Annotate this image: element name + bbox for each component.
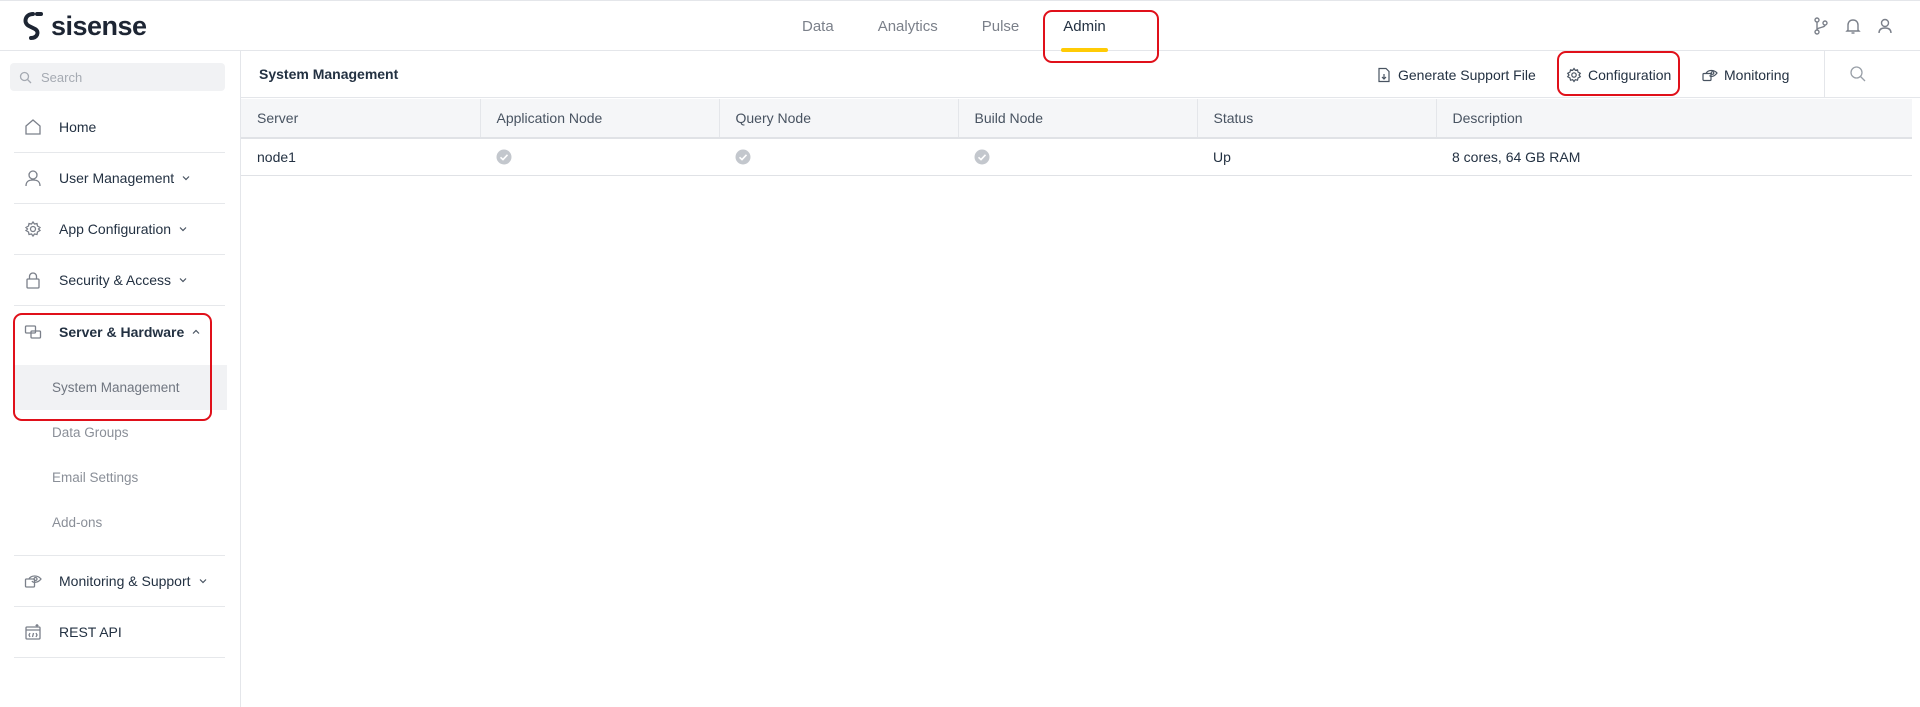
sidebar-item-user-management[interactable]: User Management (14, 153, 225, 204)
sidebar-item-app-configuration[interactable]: App Configuration (14, 204, 225, 255)
main-content: System Management Generate Support File … (241, 51, 1920, 707)
check-circle-icon (735, 149, 751, 165)
user-icon[interactable] (1876, 15, 1894, 37)
chevron-up-icon (191, 327, 201, 337)
sidebar-item-rest-api[interactable]: REST API (14, 607, 225, 658)
generate-support-file-button[interactable]: Generate Support File (1376, 51, 1536, 98)
main-nav: Data Analytics Pulse Admin (780, 1, 1128, 52)
generate-support-file-label: Generate Support File (1398, 66, 1536, 83)
monitor-eye-icon (24, 572, 42, 590)
servers-table: Server Application Node Query Node Build… (241, 99, 1912, 176)
sidebar-item-server-hardware[interactable]: Server & Hardware (14, 306, 225, 357)
sidebar-item-monitoring-support[interactable]: Monitoring & Support (14, 556, 225, 607)
configuration-label: Configuration (1588, 66, 1672, 83)
tab-analytics[interactable]: Analytics (856, 1, 960, 52)
column-header-status[interactable]: Status (1197, 99, 1437, 139)
tab-pulse[interactable]: Pulse (960, 1, 1042, 52)
check-circle-icon (496, 149, 512, 165)
file-download-icon (1378, 67, 1390, 82)
application-node-cell (480, 138, 719, 176)
sidebar: Home User Management App Configuration S… (0, 51, 241, 707)
query-node-cell (719, 138, 958, 176)
sidebar-item-label: Server & Hardware (59, 323, 185, 340)
sidebar-item-label: REST API (59, 624, 122, 640)
table-header-row: Server Application Node Query Node Build… (241, 99, 1912, 139)
column-header-server[interactable]: Server (241, 99, 481, 139)
search-icon (19, 71, 32, 83)
sidebar-subitem-email-settings[interactable]: Email Settings (15, 455, 227, 500)
sidebar-item-label: Security & Access (59, 272, 172, 288)
description-cell: 8 cores, 64 GB RAM (1436, 138, 1912, 176)
gear-icon (24, 220, 42, 238)
column-header-description[interactable]: Description (1436, 99, 1912, 139)
lock-icon (24, 271, 42, 289)
chevron-down-icon (181, 173, 191, 183)
tab-data[interactable]: Data (780, 1, 856, 52)
gear-icon (1566, 66, 1582, 83)
tab-admin[interactable]: Admin (1041, 1, 1128, 52)
sisense-logo[interactable]: sisense (19, 11, 147, 41)
home-icon (24, 118, 42, 136)
column-header-build-node[interactable]: Build Node (958, 99, 1198, 139)
chevron-down-icon (178, 224, 188, 234)
server-icon (24, 323, 42, 341)
sisense-logo-icon (23, 12, 43, 40)
search-icon[interactable] (1849, 65, 1867, 83)
sidebar-item-home[interactable]: Home (14, 102, 225, 153)
header-divider (1824, 51, 1825, 98)
api-icon (24, 623, 42, 641)
top-icons (1812, 15, 1894, 37)
server-name-cell: node1 (241, 138, 480, 176)
sidebar-item-security-access[interactable]: Security & Access (14, 255, 225, 306)
brand-name: sisense (51, 11, 147, 41)
sidebar-subitem-system-management[interactable]: System Management (15, 365, 227, 410)
sidebar-item-label: User Management (59, 170, 175, 186)
page-title: System Management (259, 66, 399, 82)
bell-icon[interactable] (1844, 15, 1862, 37)
sidebar-item-label: Home (59, 119, 97, 135)
build-node-cell (958, 138, 1197, 176)
chevron-down-icon (178, 275, 188, 285)
chevron-down-icon (198, 576, 208, 586)
monitoring-button[interactable]: Monitoring (1702, 51, 1789, 98)
search-input[interactable] (41, 69, 211, 85)
status-cell: Up (1197, 138, 1436, 176)
top-bar: sisense Data Analytics Pulse Admin (0, 0, 1920, 52)
user-icon (24, 169, 42, 187)
main-header: System Management Generate Support File … (241, 51, 1920, 98)
monitoring-label: Monitoring (1724, 66, 1790, 83)
table-row[interactable]: node1 Up 8 cores, 64 GB RAM (241, 138, 1912, 176)
sidebar-item-label: Monitoring & Support (59, 573, 191, 589)
sidebar-subitem-add-ons[interactable]: Add-ons (15, 500, 227, 545)
sidebar-subitem-data-groups[interactable]: Data Groups (15, 410, 227, 455)
check-circle-icon (974, 149, 990, 165)
sidebar-search (10, 63, 225, 91)
sidebar-item-label: App Configuration (59, 221, 172, 237)
column-header-application-node[interactable]: Application Node (480, 99, 720, 139)
branch-icon[interactable] (1812, 15, 1830, 37)
monitor-eye-icon (1702, 69, 1718, 81)
column-header-query-node[interactable]: Query Node (719, 99, 959, 139)
configuration-button[interactable]: Configuration (1566, 51, 1671, 98)
